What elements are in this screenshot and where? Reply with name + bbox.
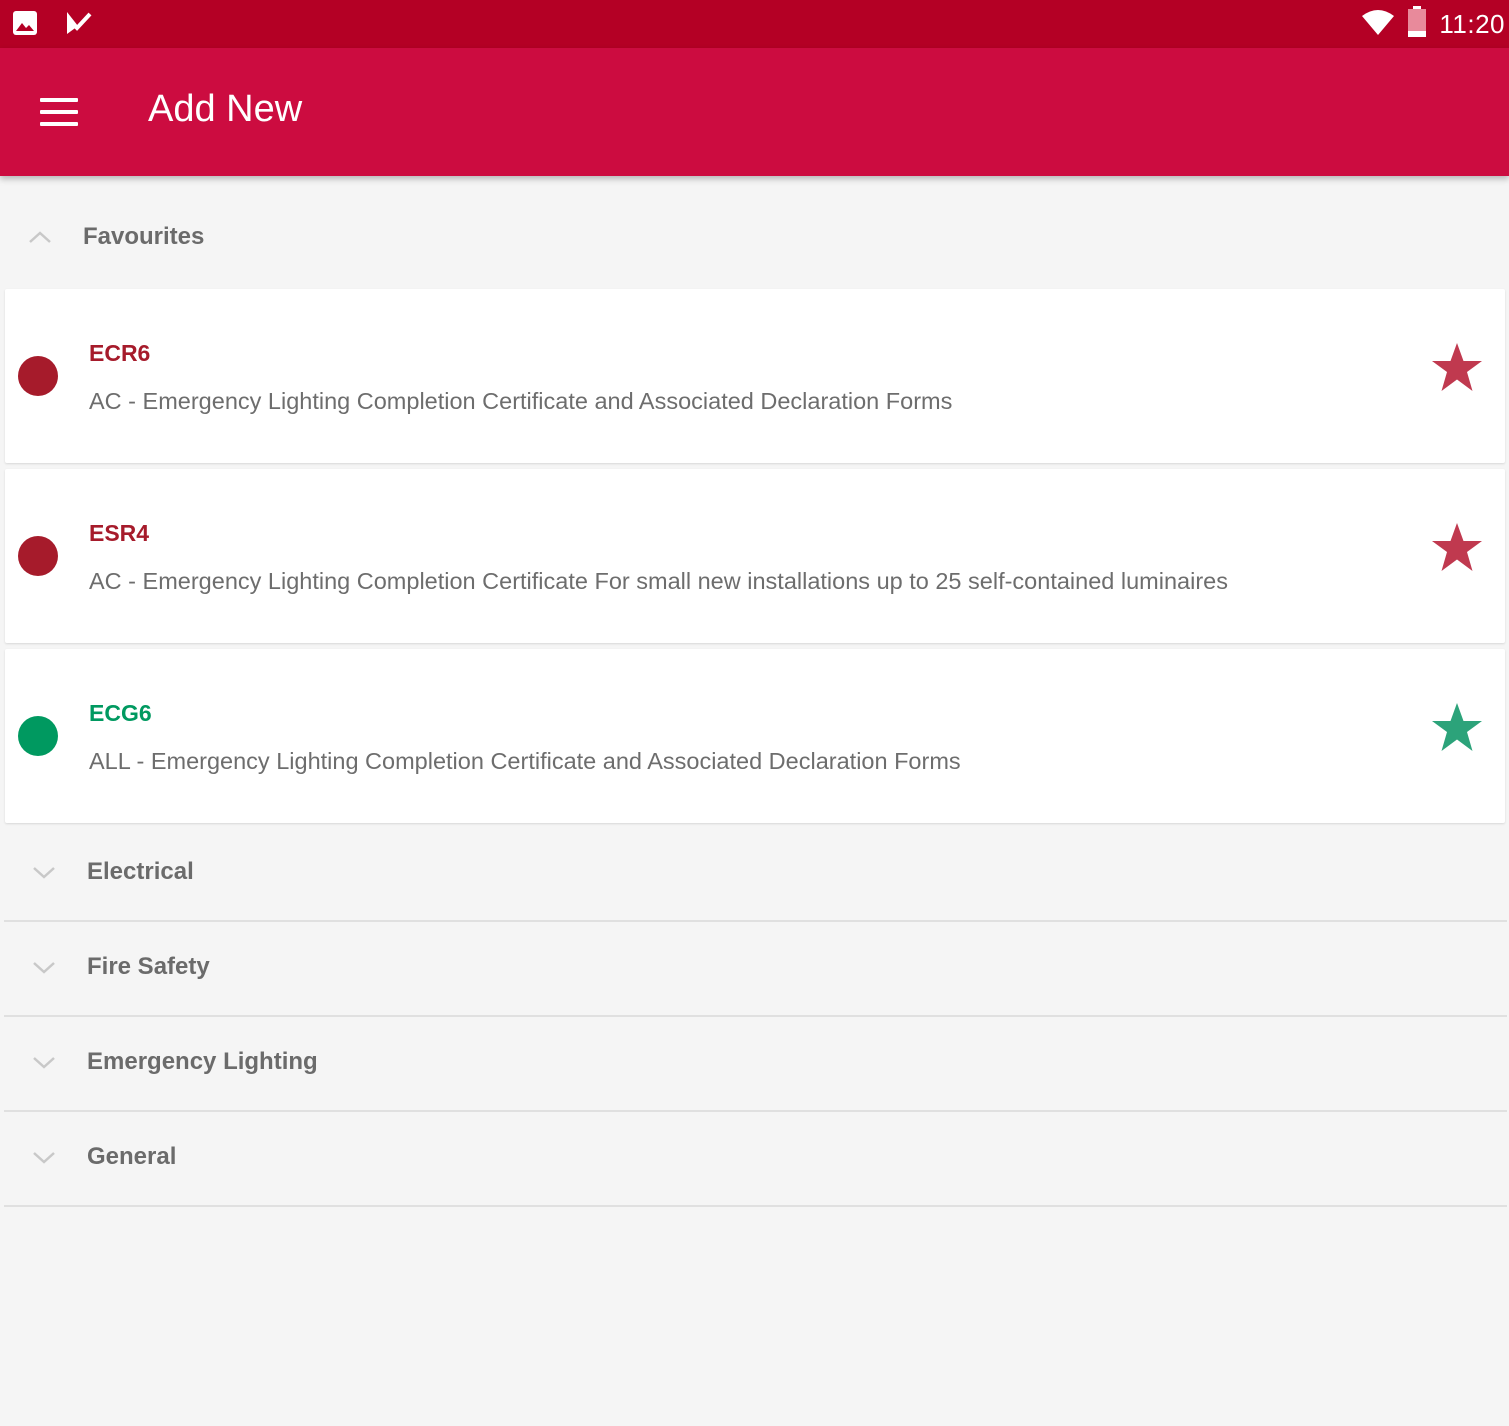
star-icon[interactable] (1429, 521, 1485, 575)
section-header-electrical[interactable]: Electrical (4, 828, 1507, 922)
favourite-item-esr4[interactable]: ESR4 AC - Emergency Lighting Completion … (5, 469, 1505, 643)
check-app-icon (64, 10, 92, 41)
chevron-down-icon (32, 1054, 56, 1070)
clock: 11:20 (1439, 9, 1505, 39)
status-dot (18, 356, 58, 396)
app-bar: Add New (0, 48, 1509, 176)
item-code: ECR6 (89, 340, 151, 366)
star-icon[interactable] (1429, 341, 1485, 395)
chevron-down-icon (32, 1149, 56, 1165)
status-bar: 11:20 (0, 0, 1509, 48)
section-label: Electrical (87, 858, 194, 885)
wifi-icon (1361, 8, 1395, 41)
page-title: Add New (148, 88, 303, 130)
item-description: AC - Emergency Lighting Completion Certi… (89, 568, 1228, 594)
status-dot (18, 536, 58, 576)
section-header-general[interactable]: General (4, 1113, 1507, 1207)
favourite-item-ecr6[interactable]: ECR6 AC - Emergency Lighting Completion … (5, 289, 1505, 463)
item-code: ESR4 (89, 520, 150, 546)
chevron-down-icon (32, 864, 56, 880)
item-description: AC - Emergency Lighting Completion Certi… (89, 388, 953, 414)
item-description: ALL - Emergency Lighting Completion Cert… (89, 748, 961, 774)
section-label: Emergency Lighting (87, 1048, 318, 1075)
section-label: General (87, 1143, 177, 1170)
chevron-down-icon (32, 959, 56, 975)
section-label: Favourites (83, 223, 205, 250)
item-code: ECG6 (89, 700, 152, 726)
section-label: Fire Safety (87, 953, 210, 980)
status-system: 11:20 (1361, 6, 1505, 43)
favourite-item-ecg6[interactable]: ECG6 ALL - Emergency Lighting Completion… (5, 649, 1505, 823)
section-header-fire-safety[interactable]: Fire Safety (4, 923, 1507, 1017)
hamburger-menu-icon[interactable] (40, 98, 78, 126)
status-dot (18, 716, 58, 756)
star-icon[interactable] (1429, 701, 1485, 755)
chevron-up-icon (28, 229, 52, 245)
section-header-favourites[interactable]: Favourites (0, 193, 1509, 287)
battery-icon (1407, 6, 1427, 43)
image-icon (12, 10, 38, 41)
section-header-emergency-lighting[interactable]: Emergency Lighting (4, 1018, 1507, 1112)
status-notifications (12, 10, 92, 41)
